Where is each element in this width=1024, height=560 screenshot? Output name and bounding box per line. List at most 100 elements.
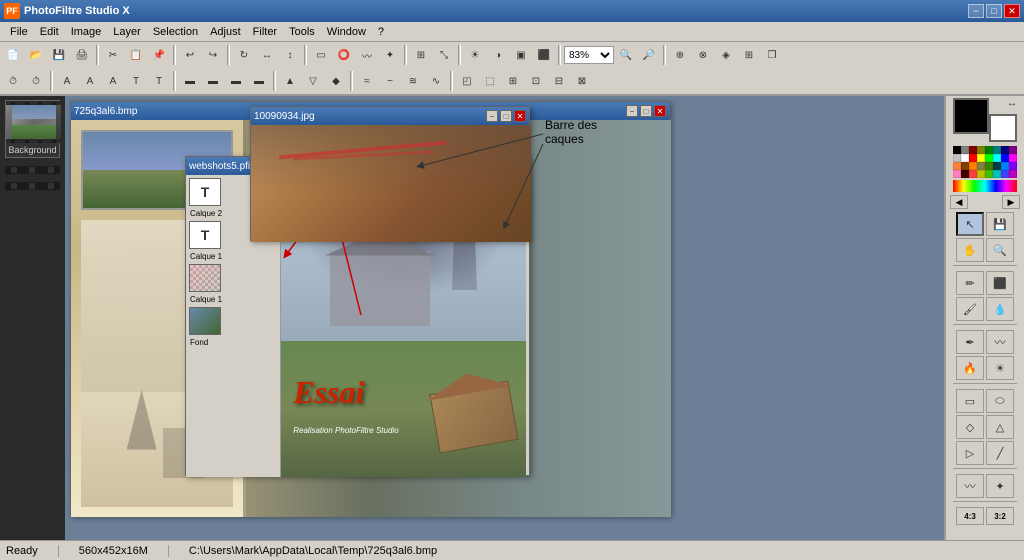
tb-rect-sel[interactable]: ▭ [310, 44, 332, 66]
tb2-fx4[interactable]: ∿ [425, 70, 447, 92]
palette-cell[interactable] [993, 154, 1001, 162]
tool-zoom[interactable]: 🔍 [986, 238, 1014, 262]
jpg-doc-minimize[interactable]: − [486, 110, 498, 122]
tb2-extra1[interactable]: ◰ [456, 70, 478, 92]
tool-select[interactable]: ↖ [956, 212, 984, 236]
tool-eraser[interactable]: ⬛ [986, 271, 1014, 295]
layer-fond[interactable] [188, 306, 278, 336]
palette-cell[interactable] [1009, 162, 1017, 170]
tool-smudge[interactable]: 〰 [986, 330, 1014, 354]
tb-paste[interactable]: 📌 [148, 44, 170, 66]
tb2-5[interactable]: A [102, 70, 124, 92]
palette-cell[interactable] [1001, 170, 1009, 178]
tb-extra4[interactable]: ⊞ [738, 44, 760, 66]
jpg-doc-maximize[interactable]: □ [500, 110, 512, 122]
palette-cell[interactable] [985, 162, 993, 170]
tool-dodge[interactable]: ☀ [986, 356, 1014, 380]
tb-filter2[interactable]: ◑ [487, 44, 509, 66]
menu-help[interactable]: ? [372, 24, 390, 40]
main-doc-maximize[interactable]: □ [640, 105, 652, 117]
tb-flip-h[interactable]: ↔ [256, 44, 278, 66]
tb2-brush2[interactable]: ▬ [202, 70, 224, 92]
tool-hand[interactable]: ✋ [956, 238, 984, 262]
tb-extra2[interactable]: ⊗ [692, 44, 714, 66]
palette-cell[interactable] [993, 170, 1001, 178]
palette-cell[interactable] [985, 146, 993, 154]
tb2-shape3[interactable]: ◆ [325, 70, 347, 92]
palette-gradient[interactable] [953, 180, 1017, 192]
tb2-brush4[interactable]: ▬ [248, 70, 270, 92]
palette-cell[interactable] [1009, 170, 1017, 178]
tool-save[interactable]: 💾 [986, 212, 1014, 236]
tb2-extra4[interactable]: ⊡ [525, 70, 547, 92]
menu-tools[interactable]: Tools [283, 24, 321, 40]
tb-redo[interactable]: ↪ [202, 44, 224, 66]
palette-cell[interactable] [953, 162, 961, 170]
tb-resize[interactable]: ⤡ [433, 44, 455, 66]
palette-cell[interactable] [977, 154, 985, 162]
tb-zoom-in[interactable]: 🔍 [615, 44, 637, 66]
tb2-7[interactable]: T [148, 70, 170, 92]
palette-cell[interactable] [969, 146, 977, 154]
menu-filter[interactable]: Filter [247, 24, 283, 40]
palette-cell[interactable] [1001, 146, 1009, 154]
palette-cell[interactable] [977, 170, 985, 178]
film-thumb-1[interactable]: Background [5, 100, 60, 158]
menu-image[interactable]: Image [65, 24, 108, 40]
jpg-doc-titlebar[interactable]: 10090934.jpg − □ ✕ [251, 107, 529, 125]
tb2-extra6[interactable]: ⊠ [571, 70, 593, 92]
palette-cell[interactable] [977, 162, 985, 170]
tb2-extra3[interactable]: ⊞ [502, 70, 524, 92]
close-button[interactable]: ✕ [1004, 4, 1020, 18]
palette-cell[interactable] [969, 154, 977, 162]
palette-cell[interactable] [953, 146, 961, 154]
tb-ellipse-sel[interactable]: ⭕ [333, 44, 355, 66]
palette-cell[interactable] [969, 162, 977, 170]
main-doc-close[interactable]: ✕ [654, 105, 666, 117]
menu-layer[interactable]: Layer [107, 24, 147, 40]
tb2-2[interactable]: ⏱ [25, 70, 47, 92]
color-exchange-icon[interactable]: ↔ [1007, 98, 1017, 109]
tb2-extra2[interactable]: ⬚ [479, 70, 501, 92]
tb-extra5[interactable]: ❐ [761, 44, 783, 66]
palette-cell[interactable] [985, 154, 993, 162]
bg-color-swatch[interactable] [989, 114, 1017, 142]
tool-triangle[interactable]: △ [986, 415, 1014, 439]
tb2-6[interactable]: T [125, 70, 147, 92]
tb-filter1[interactable]: ☀ [464, 44, 486, 66]
palette-cell[interactable] [969, 170, 977, 178]
tb-cut[interactable]: ✂ [102, 44, 124, 66]
palette-scroll-right[interactable]: ▶ [1002, 195, 1020, 209]
palette-cell[interactable] [977, 146, 985, 154]
tb-magic[interactable]: ✦ [379, 44, 401, 66]
palette-cell[interactable] [993, 146, 1001, 154]
tb-rotate[interactable]: ↻ [233, 44, 255, 66]
palette-cell[interactable] [953, 154, 961, 162]
tb2-shape2[interactable]: ▽ [302, 70, 324, 92]
tb2-4[interactable]: A [79, 70, 101, 92]
tb2-fx2[interactable]: ~ [379, 70, 401, 92]
tool-lasso[interactable]: 〰 [956, 474, 984, 498]
layer-calque1-trans[interactable] [188, 263, 278, 293]
tool-burn[interactable]: 🔥 [956, 356, 984, 380]
tb2-3[interactable]: A [56, 70, 78, 92]
tb2-shape1[interactable]: ▲ [279, 70, 301, 92]
tb2-fx3[interactable]: ≋ [402, 70, 424, 92]
tb2-brush1[interactable]: ▬ [179, 70, 201, 92]
tb-open[interactable]: 📂 [25, 44, 47, 66]
tb-copy[interactable]: 📋 [125, 44, 147, 66]
mode-32[interactable]: 3:2 [986, 507, 1014, 525]
tool-brush[interactable]: 🖌 [956, 297, 984, 321]
zoom-select[interactable]: 83% 100% 50% [564, 46, 614, 64]
tb-filter4[interactable]: ⬛ [533, 44, 555, 66]
tb-lasso[interactable]: 〰 [356, 44, 378, 66]
tb2-1[interactable]: ⏱ [2, 70, 24, 92]
tb-extra3[interactable]: ◈ [715, 44, 737, 66]
palette-cell[interactable] [1001, 162, 1009, 170]
tool-magic-sel[interactable]: ✦ [986, 474, 1014, 498]
tb-save[interactable]: 💾 [48, 44, 70, 66]
tb2-extra5[interactable]: ⊟ [548, 70, 570, 92]
palette-cell[interactable] [961, 154, 969, 162]
palette-cell[interactable] [985, 170, 993, 178]
tb-undo[interactable]: ↩ [179, 44, 201, 66]
